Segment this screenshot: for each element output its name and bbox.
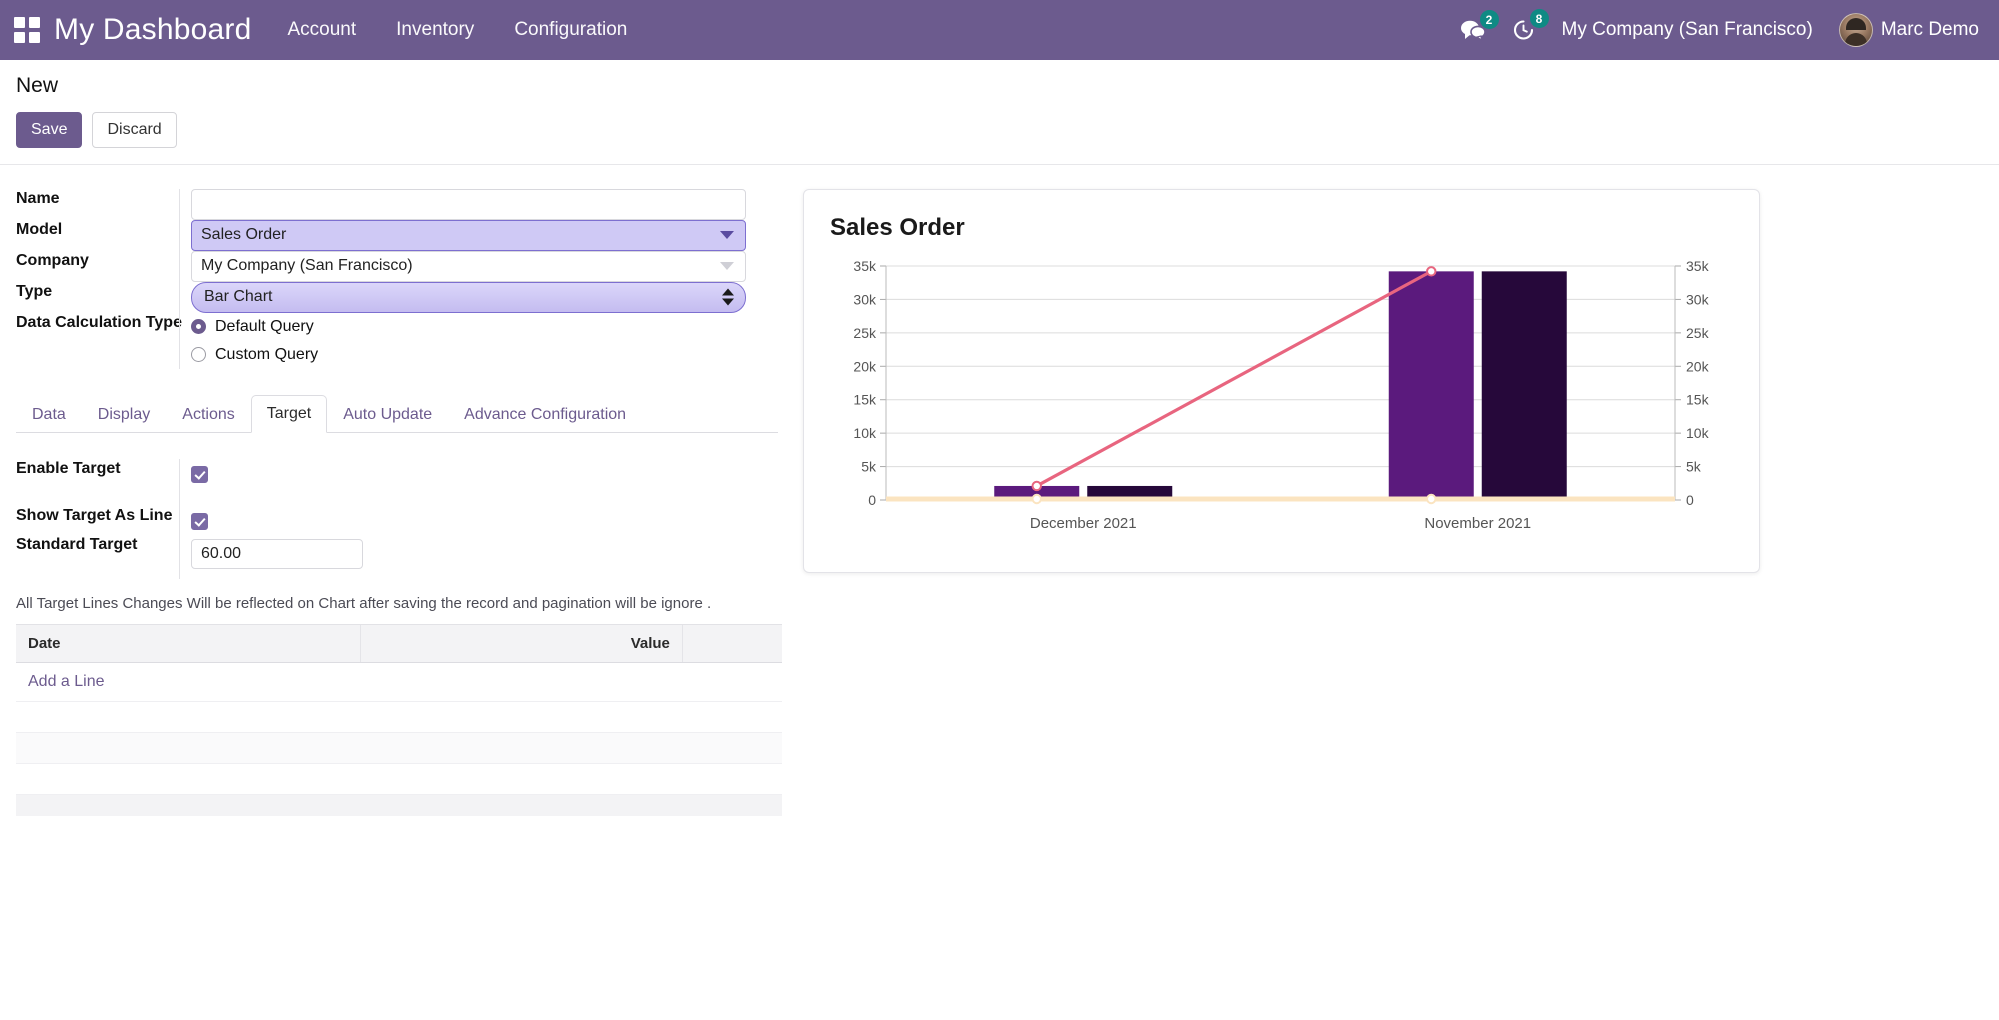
chart-area[interactable]: 0 0 5k 5k 10k 10k 15k 15k 20k 20k 25k 25k 30k 30k 35k 3… — [828, 258, 1735, 548]
field-row-company: Company My Company (San Francisco) — [16, 250, 778, 282]
activities-badge: 8 — [1529, 9, 1549, 28]
standard-target-label: Standard Target — [16, 535, 138, 553]
radio-default-query-icon[interactable] — [191, 319, 206, 335]
nav-item-inventory[interactable]: Inventory — [396, 19, 474, 41]
svg-text:35k: 35k — [1686, 258, 1710, 274]
column-header-value[interactable]: Value — [360, 624, 683, 663]
control-panel-buttons: Save Discard — [16, 112, 1983, 164]
field-row-name: Name — [16, 188, 778, 220]
chart-card: Sales Order 0 0 5k 5k 10k 10k 15k 15k 20k 20k 25k 2… — [803, 188, 1760, 573]
show-target-as-line-checkbox[interactable] — [191, 512, 208, 530]
form-column: Name Model Sales Order Company My Compan… — [0, 188, 785, 817]
enable-target-label: Enable Target — [16, 459, 121, 477]
field-row-type: Type Bar Chart — [16, 281, 778, 313]
data-calculation-type-label: Data Calculation Type — [16, 313, 182, 331]
tab-actions[interactable]: Actions — [166, 396, 250, 433]
name-input[interactable] — [191, 188, 746, 220]
notebook-tabs: Data Display Actions Target Auto Update … — [16, 394, 778, 433]
svg-text:0: 0 — [868, 492, 876, 508]
radio-option-custom-query[interactable]: Custom Query — [191, 341, 778, 369]
main-form: Name Model Sales Order Company My Compan… — [16, 188, 778, 369]
messages-badge: 2 — [1479, 10, 1499, 29]
brand-title[interactable]: My Dashboard — [54, 13, 252, 47]
avatar — [1838, 13, 1873, 47]
table-row — [16, 701, 782, 733]
user-menu[interactable]: Marc Demo — [1838, 13, 1979, 47]
save-button[interactable]: Save — [16, 112, 83, 148]
standard-target-input[interactable]: 60.00 — [191, 538, 363, 569]
table-footer-row — [16, 793, 782, 817]
svg-text:30k: 30k — [1686, 291, 1710, 307]
svg-text:10k: 10k — [1686, 425, 1710, 441]
svg-text:15k: 15k — [853, 391, 877, 407]
target-form: Enable Target Show Target As Line Standa… — [16, 458, 778, 579]
radio-custom-query-label: Custom Query — [215, 345, 319, 363]
enable-target-checkbox[interactable] — [191, 465, 208, 483]
add-line-row: Add a Line — [16, 662, 782, 702]
user-name: Marc Demo — [1880, 19, 1979, 40]
main-content: Name Model Sales Order Company My Compan… — [0, 165, 1999, 817]
add-a-line-button[interactable]: Add a Line — [16, 662, 782, 702]
svg-text:15k: 15k — [1686, 391, 1710, 407]
tab-data[interactable]: Data — [16, 396, 82, 433]
activities-clock-icon[interactable]: 8 — [1512, 9, 1549, 42]
control-panel: New Save Discard — [0, 60, 1999, 164]
svg-text:25k: 25k — [1686, 324, 1710, 340]
model-select[interactable]: Sales Order — [191, 219, 746, 251]
svg-text:10k: 10k — [853, 425, 877, 441]
tab-pane-target: Enable Target Show Target As Line Standa… — [16, 433, 785, 817]
discard-button[interactable]: Discard — [92, 112, 177, 148]
field-row-enable-target: Enable Target — [16, 458, 778, 506]
model-label: Model — [16, 220, 63, 238]
column-header-spacer — [682, 624, 782, 663]
nav-item-account[interactable]: Account — [288, 19, 357, 41]
chart-column: Sales Order 0 0 5k 5k 10k 10k 15k 15k 20k 20k 25k 2… — [785, 188, 1760, 573]
field-row-standard-target: Standard Target 60.00 — [16, 534, 778, 579]
apps-grid-icon[interactable] — [14, 17, 40, 43]
table-header-row: Date Value — [16, 624, 782, 663]
show-target-as-line-label: Show Target As Line — [16, 506, 173, 524]
tab-target[interactable]: Target — [250, 394, 328, 433]
tab-advance-configuration[interactable]: Advance Configuration — [448, 396, 642, 433]
field-row-show-target-as-line: Show Target As Line — [16, 505, 778, 535]
bar-chart-svg[interactable]: 0 0 5k 5k 10k 10k 15k 15k 20k 20k 25k 25k 30k 30k 35k 3… — [828, 258, 1733, 548]
target-note: All Target Lines Changes Will be reflect… — [16, 594, 712, 612]
navbar-right: 2 8 My Company (San Francisco) Marc Demo — [1460, 9, 1979, 47]
company-select[interactable]: My Company (San Francisco) — [191, 250, 746, 282]
svg-text:December 2021: December 2021 — [1030, 515, 1137, 532]
type-label: Type — [16, 282, 53, 300]
svg-text:25k: 25k — [853, 324, 877, 340]
svg-text:20k: 20k — [853, 358, 877, 374]
svg-text:5k: 5k — [1686, 458, 1702, 474]
nav-item-configuration[interactable]: Configuration — [514, 19, 627, 41]
field-row-model: Model Sales Order — [16, 219, 778, 251]
svg-text:35k: 35k — [853, 258, 877, 274]
messages-icon[interactable]: 2 — [1460, 10, 1499, 41]
company-label: Company — [16, 251, 89, 269]
svg-text:20k: 20k — [1686, 358, 1710, 374]
radio-option-default-query[interactable]: Default Query — [191, 313, 778, 341]
name-label: Name — [16, 189, 60, 207]
radio-default-query-label: Default Query — [215, 317, 314, 335]
navbar-menu: Account Inventory Configuration — [288, 19, 628, 41]
chart-title: Sales Order — [830, 213, 965, 241]
field-row-data-calculation-type: Data Calculation Type Default Query Cust… — [16, 312, 778, 369]
table-row — [16, 763, 782, 795]
top-navbar: My Dashboard Account Inventory Configura… — [0, 0, 1999, 60]
radio-custom-query-icon[interactable] — [191, 347, 206, 363]
tab-display[interactable]: Display — [82, 396, 166, 433]
svg-text:0: 0 — [1686, 492, 1694, 508]
company-switcher[interactable]: My Company (San Francisco) — [1562, 19, 1813, 41]
type-select[interactable]: Bar Chart — [191, 281, 746, 313]
page-title: New — [16, 74, 59, 97]
svg-text:November 2021: November 2021 — [1424, 515, 1531, 532]
svg-text:5k: 5k — [861, 458, 877, 474]
tab-auto-update[interactable]: Auto Update — [327, 396, 448, 433]
target-lines-table: Date Value Add a Line — [16, 623, 782, 817]
svg-text:30k: 30k — [853, 291, 877, 307]
column-header-date[interactable]: Date — [16, 624, 362, 663]
table-row — [16, 732, 782, 764]
